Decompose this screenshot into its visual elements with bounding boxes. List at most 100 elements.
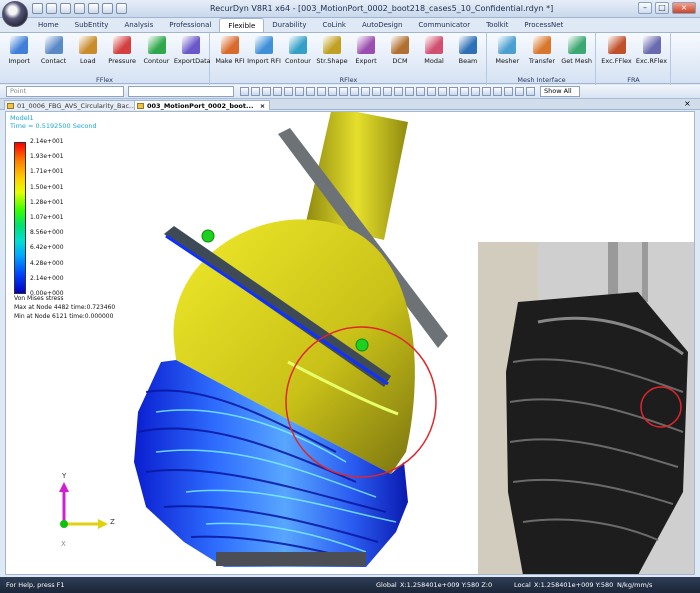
print-icon[interactable] xyxy=(74,3,85,14)
view-tool-icon[interactable] xyxy=(361,87,370,96)
tab-communicator[interactable]: Communicator xyxy=(410,18,478,32)
maximize-button[interactable]: □ xyxy=(655,2,669,14)
status-global-label: Global xyxy=(376,581,397,589)
get-mesh-button[interactable]: Get Mesh xyxy=(560,36,594,76)
view-tool-icon[interactable] xyxy=(493,87,502,96)
entity-type-select[interactable]: Point xyxy=(6,86,124,97)
make-rfi-icon xyxy=(221,36,239,54)
view-tool-icon[interactable] xyxy=(251,87,260,96)
view-tool-icon[interactable] xyxy=(284,87,293,96)
view-tool-icon[interactable] xyxy=(372,87,381,96)
pressure-button[interactable]: Pressure xyxy=(105,36,139,76)
viewport-3d[interactable]: Model1 Time = 0.5192500 Second 2.14e+001… xyxy=(5,111,695,575)
view-tool-icon[interactable] xyxy=(394,87,403,96)
view-tool-icon[interactable] xyxy=(383,87,392,96)
str-shape-icon xyxy=(323,36,341,54)
ribbon-group-fflex: Import Contact Load Pressure Contour ExportDa… xyxy=(0,33,211,85)
view-tool-icon[interactable] xyxy=(515,87,524,96)
view-tool-icon[interactable] xyxy=(262,87,271,96)
tab-colink[interactable]: CoLink xyxy=(314,18,354,32)
contact-button[interactable]: Contact xyxy=(37,36,71,76)
ribbon-button-label: Make RFI xyxy=(215,57,245,65)
view-tool-icon[interactable] xyxy=(427,87,436,96)
customize-qat-icon[interactable] xyxy=(116,3,127,14)
tab-toolkit[interactable]: Toolkit xyxy=(478,18,516,32)
view-tool-icon[interactable] xyxy=(306,87,315,96)
view-tool-icon[interactable] xyxy=(240,87,249,96)
modal-button[interactable]: Modal xyxy=(417,36,451,76)
legend-value: 2.14e+000 xyxy=(30,274,64,282)
mesher-button[interactable]: Mesher xyxy=(490,36,524,76)
tab-flexible[interactable]: Flexible xyxy=(219,18,265,32)
view-tool-icon[interactable] xyxy=(339,87,348,96)
exc-fflex-button[interactable]: Exc.FFlex xyxy=(600,36,634,76)
beam-button[interactable]: Beam xyxy=(451,36,485,76)
application-menu-button[interactable] xyxy=(2,1,28,27)
exc-rflex-button[interactable]: Exc.RFlex xyxy=(635,36,669,76)
document-icon xyxy=(137,103,144,109)
show-filter-select[interactable]: Show All xyxy=(540,86,580,97)
tab-professional[interactable]: Professional xyxy=(161,18,219,32)
entity-name-select[interactable] xyxy=(128,86,234,97)
import-rfi-icon xyxy=(255,36,273,54)
view-tool-icon[interactable] xyxy=(460,87,469,96)
save-icon[interactable] xyxy=(60,3,71,14)
tab-autodesign[interactable]: AutoDesign xyxy=(354,18,410,32)
view-tool-icon[interactable] xyxy=(438,87,447,96)
view-tool-icon[interactable] xyxy=(295,87,304,96)
str-shape-button[interactable]: Str.Shape xyxy=(315,36,349,76)
import-rfi-button[interactable]: Import RFI xyxy=(247,36,281,76)
view-tool-icon[interactable] xyxy=(471,87,480,96)
doc-tab-label: 01_0006_FBG_AVS_Circularity_Bac... xyxy=(17,102,136,110)
photo-boot-image xyxy=(478,242,694,574)
contour-button[interactable]: Contour xyxy=(140,36,174,76)
redo-icon[interactable] xyxy=(102,3,113,14)
axis-triad: Y Z X xyxy=(46,472,126,560)
tab-subentity[interactable]: SubEntity xyxy=(67,18,117,32)
document-tab-strip: 01_0006_FBG_AVS_Circularity_Bac... 003_M… xyxy=(0,99,700,110)
new-file-icon[interactable] xyxy=(32,3,43,14)
tab-processnet[interactable]: ProcessNet xyxy=(516,18,571,32)
dcm-button[interactable]: DCM xyxy=(383,36,417,76)
view-tool-icon[interactable] xyxy=(416,87,425,96)
import-button[interactable]: Import xyxy=(2,36,36,76)
contour-button[interactable]: Contour xyxy=(281,36,315,76)
doc-tab-circularity[interactable]: 01_0006_FBG_AVS_Circularity_Bac... xyxy=(4,100,141,110)
max-info: Max at Node 4482 time:0.723460 xyxy=(14,304,116,311)
marker-point[interactable] xyxy=(201,229,215,243)
legend-value: 1.28e+001 xyxy=(30,198,64,206)
make-rfi-button[interactable]: Make RFI xyxy=(213,36,247,76)
view-tool-icon[interactable] xyxy=(350,87,359,96)
tab-home[interactable]: Home xyxy=(30,18,67,32)
ribbon-group-fra: Exc.FFlex Exc.RFlex FRA xyxy=(597,33,671,85)
view-tool-icon[interactable] xyxy=(405,87,414,96)
close-document-icon[interactable]: × xyxy=(684,99,691,108)
export-button[interactable]: Export xyxy=(349,36,383,76)
view-tool-icon[interactable] xyxy=(504,87,513,96)
open-file-icon[interactable] xyxy=(46,3,57,14)
load-button[interactable]: Load xyxy=(71,36,105,76)
transfer-button[interactable]: Transfer xyxy=(525,36,559,76)
close-tab-icon[interactable]: × xyxy=(260,102,265,110)
marker-point[interactable] xyxy=(355,338,369,352)
exportdata-button[interactable]: ExportData xyxy=(174,36,211,76)
view-tool-icon[interactable] xyxy=(449,87,458,96)
view-tool-icon[interactable] xyxy=(526,87,535,96)
view-tool-icon[interactable] xyxy=(317,87,326,96)
close-button[interactable]: × xyxy=(672,2,696,14)
tab-durability[interactable]: Durability xyxy=(264,18,314,32)
undo-icon[interactable] xyxy=(88,3,99,14)
doc-tab-motionport[interactable]: 003_MotionPort_0002_boot... × xyxy=(134,100,271,110)
get-mesh-icon xyxy=(567,36,586,54)
ribbon-button-label: Beam xyxy=(458,57,478,65)
tab-analysis[interactable]: Analysis xyxy=(116,18,161,32)
view-tool-icon[interactable] xyxy=(273,87,282,96)
title-bar: RecurDyn V8R1 x64 - [003_MotionPort_0002… xyxy=(0,0,700,27)
view-tool-icon[interactable] xyxy=(482,87,491,96)
ribbon-group-rflex: Make RFI Import RFI Contour Str.Shape Export… xyxy=(211,33,487,85)
view-tool-icon[interactable] xyxy=(328,87,337,96)
minimize-button[interactable]: – xyxy=(638,2,652,14)
dcm-icon xyxy=(391,36,409,54)
doc-tab-label: 003_MotionPort_0002_boot... xyxy=(147,102,254,110)
contour-icon xyxy=(289,36,307,54)
